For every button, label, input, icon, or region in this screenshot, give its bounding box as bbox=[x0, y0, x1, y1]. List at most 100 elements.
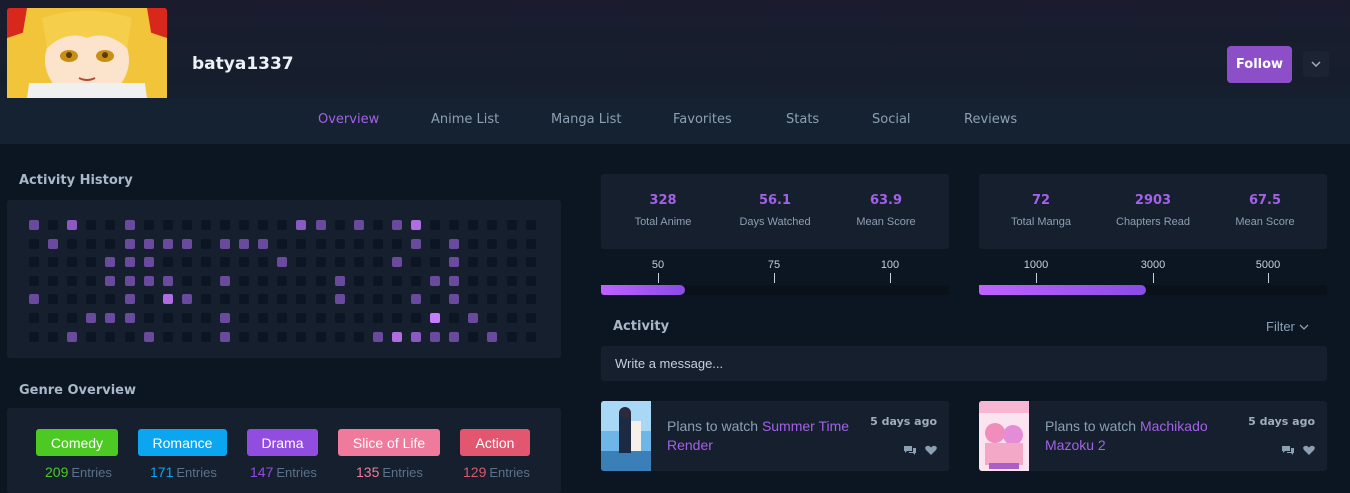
activity-day-cell[interactable] bbox=[277, 238, 288, 249]
activity-day-cell[interactable] bbox=[200, 294, 211, 305]
activity-day-cell[interactable] bbox=[277, 220, 288, 230]
activity-day-cell[interactable] bbox=[200, 257, 211, 268]
activity-day-cell[interactable] bbox=[468, 313, 479, 323]
activity-day-cell[interactable] bbox=[258, 238, 269, 249]
activity-day-cell[interactable] bbox=[411, 220, 421, 230]
activity-day-cell[interactable] bbox=[181, 313, 192, 323]
activity-day-cell[interactable] bbox=[353, 238, 364, 249]
heart-icon[interactable] bbox=[925, 445, 937, 456]
activity-day-cell[interactable] bbox=[468, 220, 479, 230]
activity-day-cell[interactable] bbox=[105, 238, 116, 249]
activity-day-cell[interactable] bbox=[143, 238, 154, 249]
activity-day-cell[interactable] bbox=[296, 257, 307, 268]
activity-day-cell[interactable] bbox=[277, 331, 288, 342]
activity-day-cell[interactable] bbox=[296, 220, 307, 230]
activity-day-cell[interactable] bbox=[430, 257, 441, 268]
activity-filter[interactable]: Filter bbox=[1266, 319, 1309, 334]
activity-day-cell[interactable] bbox=[449, 257, 460, 268]
activity-day-cell[interactable] bbox=[67, 331, 78, 342]
activity-day-cell[interactable] bbox=[468, 275, 479, 286]
activity-day-cell[interactable] bbox=[506, 313, 517, 323]
activity-day-cell[interactable] bbox=[487, 238, 498, 249]
genre-tag-action[interactable]: Action bbox=[460, 429, 530, 456]
activity-day-cell[interactable] bbox=[67, 294, 78, 305]
activity-day-cell[interactable] bbox=[143, 313, 154, 323]
activity-day-cell[interactable] bbox=[411, 275, 421, 286]
genre-tag-romance[interactable]: Romance bbox=[138, 429, 227, 456]
activity-day-cell[interactable] bbox=[162, 238, 173, 249]
activity-day-cell[interactable] bbox=[353, 331, 364, 342]
activity-day-cell[interactable] bbox=[220, 313, 230, 323]
activity-day-cell[interactable] bbox=[105, 257, 116, 268]
activity-day-cell[interactable] bbox=[48, 238, 59, 249]
activity-day-cell[interactable] bbox=[258, 275, 269, 286]
activity-day-cell[interactable] bbox=[124, 275, 135, 286]
activity-day-cell[interactable] bbox=[372, 238, 383, 249]
activity-day-cell[interactable] bbox=[296, 313, 307, 323]
activity-day-cell[interactable] bbox=[239, 257, 250, 268]
activity-day-cell[interactable] bbox=[29, 220, 39, 230]
activity-day-cell[interactable] bbox=[220, 294, 230, 305]
activity-day-cell[interactable] bbox=[67, 220, 78, 230]
activity-day-cell[interactable] bbox=[86, 313, 97, 323]
activity-day-cell[interactable] bbox=[334, 257, 345, 268]
activity-day-cell[interactable] bbox=[29, 275, 39, 286]
activity-day-cell[interactable] bbox=[124, 220, 135, 230]
activity-day-cell[interactable] bbox=[506, 331, 517, 342]
activity-day-cell[interactable] bbox=[143, 275, 154, 286]
activity-day-cell[interactable] bbox=[391, 294, 402, 305]
activity-day-cell[interactable] bbox=[296, 238, 307, 249]
activity-day-cell[interactable] bbox=[220, 331, 230, 342]
activity-day-cell[interactable] bbox=[220, 220, 230, 230]
activity-day-cell[interactable] bbox=[29, 294, 39, 305]
activity-day-cell[interactable] bbox=[239, 220, 250, 230]
activity-day-cell[interactable] bbox=[372, 313, 383, 323]
activity-day-cell[interactable] bbox=[258, 257, 269, 268]
activity-day-cell[interactable] bbox=[468, 294, 479, 305]
activity-day-cell[interactable] bbox=[86, 238, 97, 249]
activity-day-cell[interactable] bbox=[449, 220, 460, 230]
activity-day-cell[interactable] bbox=[506, 220, 517, 230]
activity-day-cell[interactable] bbox=[48, 331, 59, 342]
activity-day-cell[interactable] bbox=[239, 275, 250, 286]
activity-day-cell[interactable] bbox=[372, 331, 383, 342]
activity-day-cell[interactable] bbox=[181, 220, 192, 230]
activity-day-cell[interactable] bbox=[162, 331, 173, 342]
activity-day-cell[interactable] bbox=[449, 331, 460, 342]
activity-day-cell[interactable] bbox=[296, 331, 307, 342]
activity-day-cell[interactable] bbox=[29, 313, 39, 323]
activity-day-cell[interactable] bbox=[487, 294, 498, 305]
activity-day-cell[interactable] bbox=[525, 257, 536, 268]
activity-day-cell[interactable] bbox=[353, 313, 364, 323]
activity-day-cell[interactable] bbox=[258, 331, 269, 342]
activity-day-cell[interactable] bbox=[200, 275, 211, 286]
activity-day-cell[interactable] bbox=[372, 275, 383, 286]
activity-card[interactable]: Plans to watch Machikado Mazoku 2 5 days… bbox=[979, 401, 1327, 471]
activity-day-cell[interactable] bbox=[487, 313, 498, 323]
avatar[interactable] bbox=[7, 8, 167, 98]
activity-day-cell[interactable] bbox=[181, 294, 192, 305]
activity-day-cell[interactable] bbox=[391, 331, 402, 342]
activity-day-cell[interactable] bbox=[277, 313, 288, 323]
activity-day-cell[interactable] bbox=[105, 220, 116, 230]
activity-day-cell[interactable] bbox=[430, 238, 441, 249]
activity-day-cell[interactable] bbox=[411, 331, 421, 342]
activity-day-cell[interactable] bbox=[334, 313, 345, 323]
comment-icon[interactable] bbox=[903, 445, 917, 456]
activity-day-cell[interactable] bbox=[525, 238, 536, 249]
activity-day-cell[interactable] bbox=[449, 238, 460, 249]
activity-day-cell[interactable] bbox=[162, 220, 173, 230]
activity-day-cell[interactable] bbox=[239, 294, 250, 305]
activity-day-cell[interactable] bbox=[48, 275, 59, 286]
activity-day-cell[interactable] bbox=[430, 220, 441, 230]
tab-social[interactable]: Social bbox=[872, 112, 911, 127]
activity-day-cell[interactable] bbox=[258, 313, 269, 323]
activity-day-cell[interactable] bbox=[525, 294, 536, 305]
activity-day-cell[interactable] bbox=[525, 331, 536, 342]
activity-day-cell[interactable] bbox=[334, 275, 345, 286]
activity-day-cell[interactable] bbox=[334, 220, 345, 230]
activity-day-cell[interactable] bbox=[487, 331, 498, 342]
activity-day-cell[interactable] bbox=[29, 331, 39, 342]
activity-day-cell[interactable] bbox=[315, 257, 326, 268]
activity-day-cell[interactable] bbox=[411, 294, 421, 305]
